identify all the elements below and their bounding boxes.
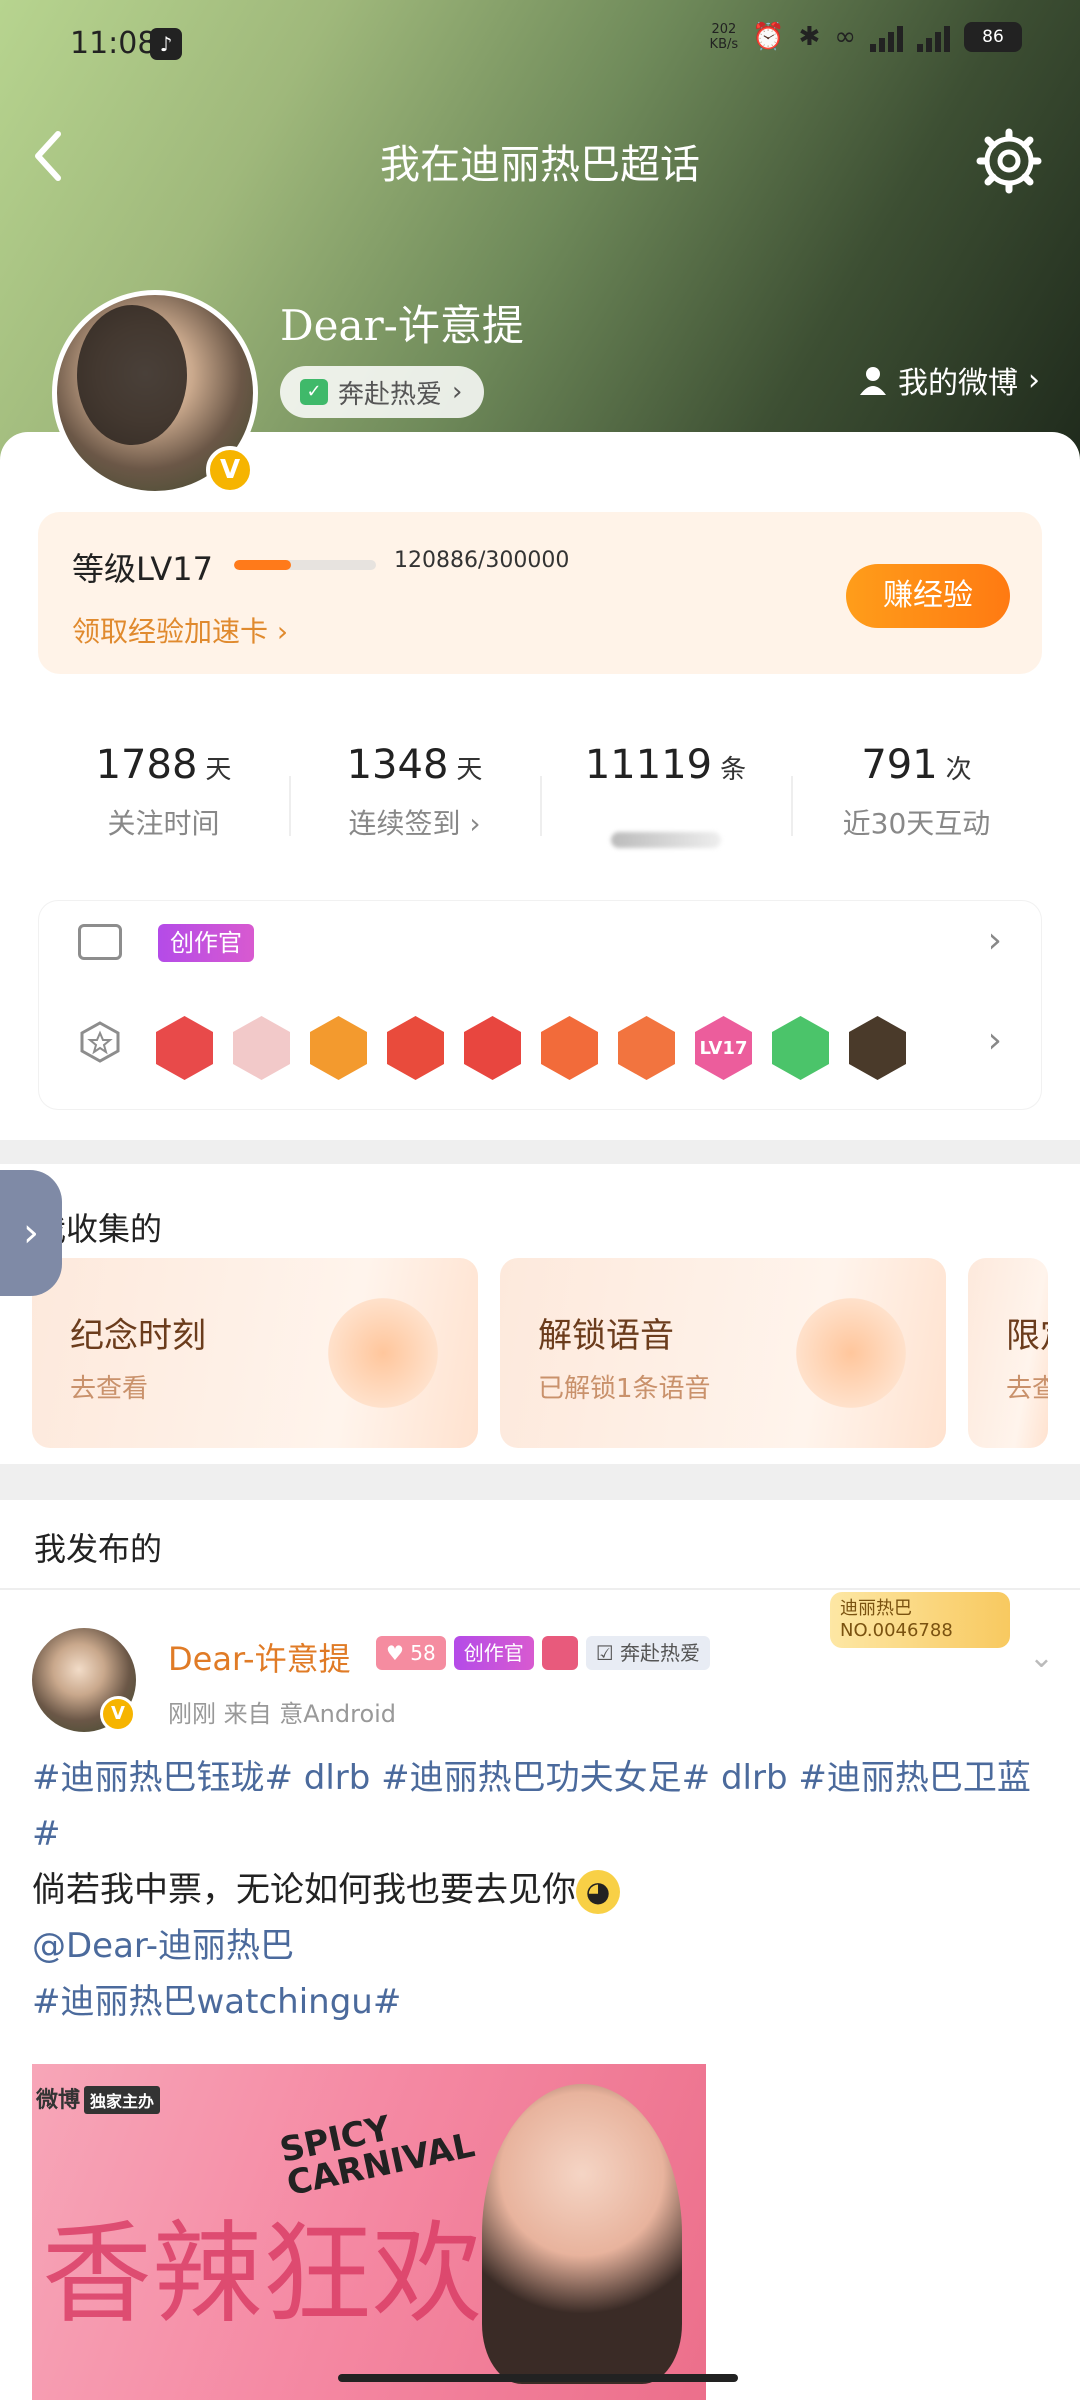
chevron-right-icon: › [987, 920, 1002, 961]
signal-icon-2 [917, 22, 950, 52]
level-progress-bar [234, 560, 376, 570]
fans-card[interactable]: 迪丽热巴 NO.0046788 [830, 1592, 1010, 1648]
collect-card-voice[interactable]: 解锁语音 已解锁1条语音 [500, 1258, 946, 1448]
vip-badge: V [206, 446, 254, 494]
identity-row[interactable]: 创作官 › [38, 900, 1042, 980]
medal-badge [618, 1016, 675, 1080]
person-icon [860, 367, 886, 395]
my-posts-section: 我发布的 V Dear-许意提 ♥ 58 创作官 ☑ 奔赴热爱 迪丽热巴 NO.… [0, 1500, 1080, 2400]
medal-badge [310, 1016, 367, 1080]
side-drawer-tab[interactable]: › [0, 1170, 62, 1296]
medal-icon [80, 1021, 120, 1063]
blurred-label [610, 832, 721, 848]
settings-button[interactable] [974, 126, 1044, 196]
profile-card: 等级LV17 120886/300000 领取经验加速卡 › 赚经验 1788 天… [0, 432, 1080, 1140]
collect-card-limited[interactable]: 限定 去查 [968, 1258, 1048, 1448]
id-card-icon [78, 924, 122, 960]
medal-badge [387, 1016, 444, 1080]
collect-section: 我收集的 纪念时刻 去查看 解锁语音 已解锁1条语音 限定 去查 [0, 1164, 1080, 1464]
level-label: 等级LV17 [72, 550, 213, 588]
earn-exp-button[interactable]: 赚经验 [846, 564, 1010, 628]
medal-badge [541, 1016, 598, 1080]
image-portrait [482, 2084, 682, 2384]
post-badges: ♥ 58 创作官 ☑ 奔赴热爱 [376, 1636, 711, 1670]
status-time: 11:08 [70, 26, 157, 61]
stat-follow-days: 1788 天 关注时间 [95, 742, 232, 840]
status-bar: 11:08 ♪ 202 KB/s ⏰ ✱ ∞ 86 [0, 0, 1080, 90]
post-author[interactable]: Dear-许意提 [168, 1634, 351, 1680]
medal-list: LV17 [156, 1016, 906, 1080]
medal-row[interactable]: LV17 › [38, 1000, 1042, 1080]
stat-interactions: 791 次 近30天互动 [791, 714, 1042, 884]
voice-icon [796, 1298, 906, 1408]
alarm-icon: ⏰ [752, 22, 785, 52]
post-menu-chevron-icon[interactable]: ⌄ [1029, 1640, 1054, 1675]
level-badge: ♥ 58 [376, 1636, 446, 1670]
home-indicator[interactable] [338, 2374, 738, 2382]
post-image[interactable]: 微博 独家主办 香辣狂欢 SPICY CARNIVAL [32, 2064, 706, 2400]
posts-title: 我发布的 [34, 1530, 163, 1568]
calendar-check-icon: ✓ [300, 379, 328, 405]
level-exp: 120886/300000 [394, 548, 570, 573]
image-title-zh: 香辣狂欢 [42, 2210, 482, 2338]
post-mention[interactable]: @Dear-迪丽热巴 [32, 1918, 1052, 1974]
bluetooth-icon: ✱ [798, 22, 821, 52]
medal-badge [849, 1016, 906, 1080]
my-weibo-label: 我的微博 [898, 366, 1018, 401]
signal-icon [870, 22, 903, 52]
my-weibo-link[interactable]: 我的微博 › [858, 358, 1040, 402]
creator-badge: 创作官 [453, 1636, 534, 1670]
level-box: 等级LV17 120886/300000 领取经验加速卡 › 赚经验 [38, 512, 1042, 674]
post-text: 倘若我中票，无论如何我也要去见你 ◕ [32, 1862, 1052, 1918]
medal-badge [233, 1016, 290, 1080]
pleading-face-emoji: ◕ [576, 1869, 620, 1914]
gear-icon [976, 128, 1042, 194]
post-meta: 刚刚 来自 意Android [168, 1700, 397, 1728]
profile-tag-label: 奔赴热爱 [338, 379, 443, 410]
chevron-right-icon: › [987, 1020, 1002, 1061]
profile-username: Dear-许意提 [280, 301, 524, 350]
post-body: #迪丽热巴钰珑# dlrb #迪丽热巴功夫女足# dlrb #迪丽热巴卫蓝# 倘… [32, 1750, 1052, 2030]
heart-badge-icon [541, 1636, 578, 1670]
medal-badge [464, 1016, 521, 1080]
post-vip-badge: V [100, 1696, 136, 1732]
page-title: 我在迪丽热巴超话 [380, 142, 700, 188]
image-brand: 微博 独家主办 [36, 2082, 161, 2114]
status-icons: 202 KB/s ⏰ ✱ ∞ 86 [710, 22, 1022, 52]
tag-badge: ☑ 奔赴热爱 [585, 1636, 711, 1670]
medal-badge: LV17 [695, 1016, 752, 1080]
medal-badge [772, 1016, 829, 1080]
battery-icon: 86 [964, 22, 1022, 52]
exp-card-link[interactable]: 领取经验加速卡 › [72, 610, 288, 650]
post-hashtag-2[interactable]: #迪丽热巴watchingu# [32, 1974, 1052, 2030]
post-hashtags[interactable]: #迪丽热巴钰珑# dlrb #迪丽热巴功夫女足# dlrb #迪丽热巴卫蓝# [32, 1750, 1052, 1862]
chevron-right-icon: › [1028, 362, 1040, 398]
stat-checkin-days[interactable]: 1348 天 连续签到 › [289, 714, 540, 884]
calendar-icon [328, 1298, 438, 1408]
stat-posts: 11119 条 [540, 714, 791, 884]
creator-badge: 创作官 [158, 924, 254, 962]
collect-card-moments[interactable]: 纪念时刻 去查看 [32, 1258, 478, 1448]
honors-box: 创作官 › LV17 › [38, 900, 1042, 1110]
stats-row: 1788 天 关注时间 1348 天 连续签到 › 11119 条 791 次 近30天… [38, 714, 1042, 884]
link-icon: ∞ [834, 22, 856, 52]
profile-tag-pill[interactable]: ✓ 奔赴热爱 › [280, 366, 485, 418]
tiktok-notification-icon: ♪ [150, 28, 182, 60]
network-speed: 202 KB/s [709, 22, 739, 52]
top-nav: 我在迪丽热巴超话 [0, 120, 1080, 200]
chevron-right-icon: › [452, 377, 463, 407]
medal-badge [156, 1016, 213, 1080]
